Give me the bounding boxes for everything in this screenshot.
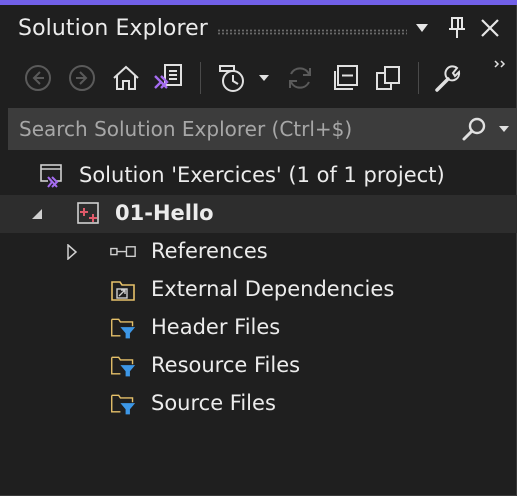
overflow-icon [494, 60, 506, 68]
item-label: Source Files [151, 391, 276, 415]
tree-item-solution[interactable]: Solution 'Exercices' (1 of 1 project) [0, 157, 517, 195]
close-icon [481, 19, 499, 37]
back-icon [25, 65, 51, 91]
pending-changes-dropdown-button[interactable] [254, 60, 274, 96]
pin-button[interactable] [443, 13, 471, 43]
switch-views-button[interactable] [150, 60, 186, 96]
collapse-all-button[interactable] [327, 60, 363, 96]
toolbar [0, 52, 517, 104]
forward-button[interactable] [64, 60, 100, 96]
item-label: Header Files [151, 315, 281, 339]
filter-folder-icon [111, 318, 136, 339]
search-box [8, 108, 517, 150]
toolbar-separator [418, 62, 419, 94]
pending-changes-filter-icon [219, 65, 244, 92]
external-dependencies-icon [111, 281, 135, 301]
search-button[interactable] [460, 114, 488, 144]
pending-changes-filter-button[interactable] [214, 60, 250, 96]
title-bar[interactable]: Solution Explorer [0, 5, 517, 51]
sync-button[interactable] [282, 60, 318, 96]
item-label: References [151, 239, 268, 263]
search-icon [462, 117, 486, 141]
cpp-project-icon [77, 202, 99, 224]
project-label: 01-Hello [115, 201, 214, 225]
tree-item-external-dependencies[interactable]: External Dependencies [0, 271, 517, 309]
references-icon [110, 246, 136, 258]
window-position-dropdown-button[interactable] [408, 13, 436, 43]
tree-item-references[interactable]: References [0, 233, 517, 271]
tree-item-header-files[interactable]: Header Files [0, 309, 517, 347]
show-all-files-icon [376, 66, 400, 90]
collapse-all-icon [334, 65, 358, 90]
home-button[interactable] [108, 60, 144, 96]
home-icon [113, 65, 139, 90]
solution-label: Solution 'Exercices' (1 of 1 project) [79, 163, 445, 187]
switch-views-icon [154, 64, 182, 89]
dropdown-icon [259, 75, 269, 81]
pin-icon [449, 17, 465, 38]
solution-icon [40, 164, 62, 188]
panel-title: Solution Explorer [18, 16, 208, 41]
tree-item-source-files[interactable]: Source Files [0, 385, 517, 423]
search-input[interactable] [8, 108, 448, 150]
back-button[interactable] [20, 60, 56, 96]
show-all-files-button[interactable] [370, 60, 406, 96]
forward-icon [69, 65, 95, 91]
properties-icon [435, 65, 461, 92]
toolbar-separator [200, 62, 201, 94]
overflow-button[interactable] [490, 54, 510, 74]
item-label: External Dependencies [151, 277, 395, 301]
caret-down-icon [416, 24, 428, 32]
filter-folder-icon [111, 394, 136, 415]
item-label: Resource Files [151, 353, 301, 377]
filter-folder-icon [111, 356, 136, 377]
close-button[interactable] [476, 13, 504, 43]
search-options-dropdown[interactable] [496, 114, 512, 144]
dropdown-icon [499, 126, 509, 132]
drag-grip[interactable] [217, 29, 407, 35]
collapsed-arrow-icon[interactable] [64, 244, 80, 260]
solution-explorer-panel: Solution Explorer Search Solution Explor… [0, 0, 517, 496]
sync-icon [289, 67, 311, 89]
properties-button[interactable] [430, 60, 466, 96]
expanded-arrow-icon[interactable] [30, 206, 46, 222]
tree-item-project[interactable]: 01-Hello [0, 195, 517, 233]
tree-item-resource-files[interactable]: Resource Files [0, 347, 517, 385]
